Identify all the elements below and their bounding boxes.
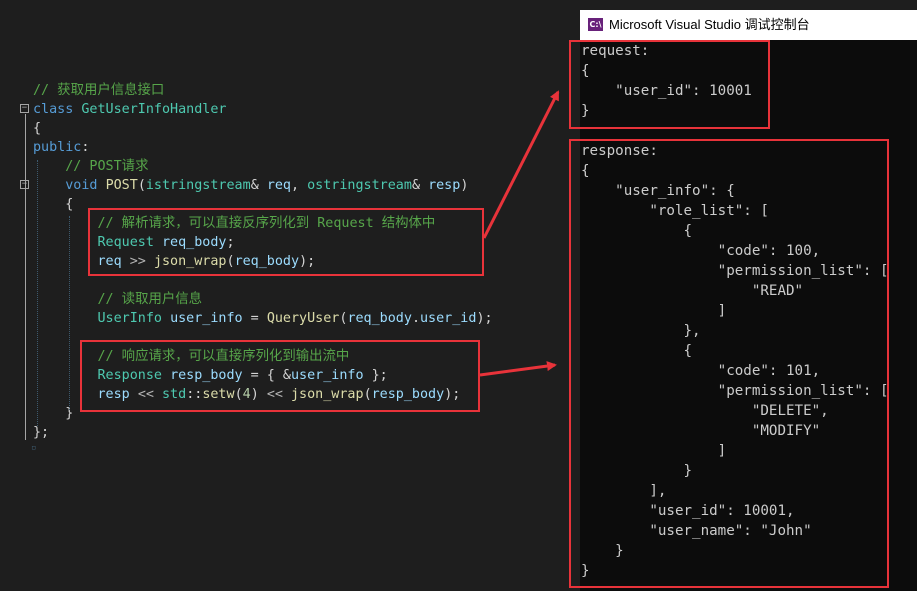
code-token: , (291, 178, 308, 193)
code-token: // 获取用户信息接口 (33, 83, 165, 98)
code-line[interactable]: // POST请求 (33, 157, 148, 176)
code-line[interactable]: }; (33, 423, 49, 442)
code-token: { (33, 121, 42, 136)
code-token: ); (476, 311, 493, 326)
console-app-icon: C:\ (588, 18, 603, 31)
code-line[interactable]: void POST(istringstream& req, ostringstr… (33, 176, 468, 195)
code-token: user_id (420, 311, 477, 326)
request-highlight-box (88, 208, 484, 276)
code-token: POST (105, 178, 138, 193)
code-token: = (242, 311, 267, 326)
code-token: req_body (347, 311, 412, 326)
indent-guide (37, 160, 38, 426)
code-line[interactable]: { (33, 195, 73, 214)
code-token: ) (460, 178, 469, 193)
code-line[interactable]: // 读取用户信息 (33, 290, 203, 309)
code-token: user_info (170, 311, 243, 326)
collapse-method-icon[interactable]: − (20, 180, 29, 189)
indent-guide (69, 216, 70, 410)
code-line[interactable]: } (33, 404, 73, 423)
code-token: ostringstream (307, 178, 412, 193)
code-token: ( (137, 178, 146, 193)
response-output-highlight-box (569, 139, 889, 588)
code-token: public (33, 140, 82, 155)
console-title: Microsoft Visual Studio 调试控制台 (609, 17, 810, 32)
code-token: QueryUser (266, 311, 340, 326)
code-token: void (65, 178, 98, 193)
code-line[interactable]: { (33, 119, 41, 138)
code-token: class (33, 102, 74, 117)
code-token: resp (428, 178, 461, 193)
code-token: } (33, 406, 74, 421)
code-token: GetUserInfoHandler (81, 102, 227, 117)
code-editor[interactable]: // 获取用户信息接口 class GetUserInfoHandler { publ… (0, 0, 580, 591)
fold-line (25, 114, 26, 440)
code-line[interactable]: public: (33, 138, 89, 157)
collapse-class-icon[interactable]: − (20, 104, 29, 113)
code-token: { (33, 197, 74, 212)
code-token: : (81, 140, 90, 155)
code-line[interactable]: // 获取用户信息接口 (33, 81, 164, 100)
whitespace-marker: ▫ (31, 443, 37, 453)
code-token: istringstream (145, 178, 251, 193)
code-token: . (411, 311, 420, 326)
code-token: }; (33, 425, 50, 440)
code-token: UserInfo (97, 311, 163, 326)
request-output-highlight-box (569, 40, 770, 129)
response-highlight-box (80, 340, 480, 412)
code-token: & (250, 178, 267, 193)
code-token: // 读取用户信息 (97, 292, 203, 307)
console-title-bar[interactable]: C:\ Microsoft Visual Studio 调试控制台 (580, 10, 917, 40)
code-line[interactable]: UserInfo user_info = QueryUser(req_body.… (33, 309, 493, 328)
code-line[interactable]: class GetUserInfoHandler (33, 100, 227, 119)
code-token: & (411, 178, 429, 193)
code-token: req (266, 178, 291, 193)
code-token: // POST请求 (65, 159, 149, 174)
